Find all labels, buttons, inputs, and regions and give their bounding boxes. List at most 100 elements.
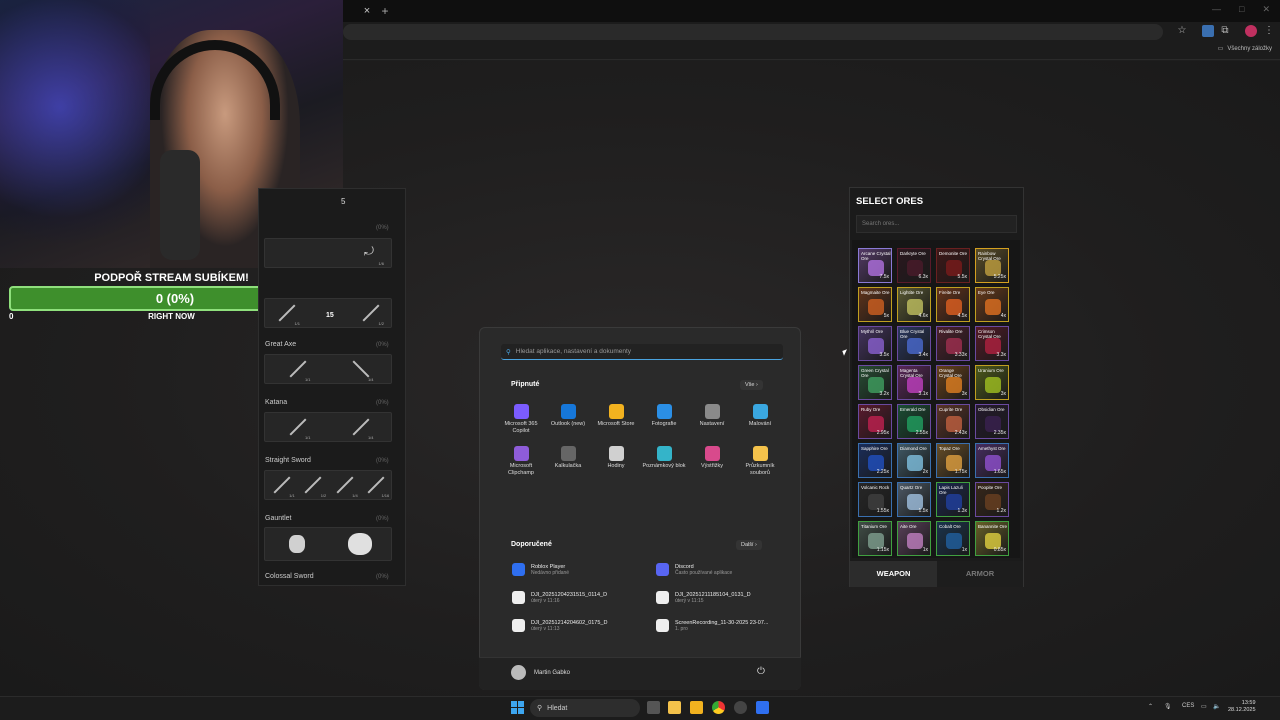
power-icon[interactable]: ⏻	[757, 666, 765, 677]
tab-armor[interactable]: ARMOR	[937, 561, 1023, 587]
volume-icon[interactable]: 🔈	[1213, 703, 1220, 710]
minimize-icon[interactable]: —	[1212, 4, 1221, 15]
start-search-input[interactable]: ⚲ Hledat aplikace, nastavení a dokumenty	[501, 344, 783, 360]
ore-card[interactable]: Cuprite Ore 2.43x	[936, 404, 970, 439]
recommended-item[interactable]: Roblox Player Nedávno přidané	[512, 563, 569, 576]
ore-card[interactable]: Banannite Ore 0.85x	[975, 521, 1009, 556]
pinned-app[interactable]: Microsoft Clipchamp	[497, 446, 545, 477]
pinned-app[interactable]: Microsoft 365 Copilot	[497, 404, 545, 435]
ore-card[interactable]: Eye Ore 4x	[975, 287, 1009, 322]
recommended-item[interactable]: DJI_20251214204602_0175_D úterý v 11:13	[512, 619, 607, 632]
weapon-slot[interactable]: 1/1	[283, 356, 311, 382]
ore-card[interactable]: Lapis Lazuli Ore 1.3x	[936, 482, 970, 517]
pinned-app[interactable]: Microsoft Store	[592, 404, 640, 428]
extension-icon[interactable]	[1202, 25, 1214, 37]
ore-card[interactable]: Emerald Ore 2.55x	[897, 404, 931, 439]
ore-card[interactable]: Arcane Crystal Ore 7.5x	[858, 248, 892, 283]
recommended-item[interactable]: DJI_20251204231515_0114_D úterý v 11:16	[512, 591, 607, 604]
ore-card[interactable]: Magmaite Ore 5x	[858, 287, 892, 322]
chrome-icon[interactable]	[712, 701, 725, 714]
weapon-slot[interactable]: 1/2	[298, 472, 326, 498]
all-apps-button[interactable]: Vše ›	[740, 380, 763, 390]
ore-card[interactable]: Demonite Ore 5.5x	[936, 248, 970, 283]
weapon-slot[interactable]: 1/4	[346, 414, 374, 440]
more-button[interactable]: Další ›	[736, 540, 762, 550]
pinned-app[interactable]: Výstřižky	[688, 446, 736, 470]
ore-card[interactable]: Fireite Ore 4.5x	[936, 287, 970, 322]
ore-card[interactable]: Mythril Ore 3.5x	[858, 326, 892, 361]
ore-card[interactable]: Obsidian Ore 2.35x	[975, 404, 1009, 439]
weapon-count: 1/1	[304, 435, 311, 440]
weapon-slot[interactable]: 1/2	[356, 300, 384, 326]
tab-weapon[interactable]: WEAPON	[850, 561, 937, 587]
gauntlet-slot[interactable]	[283, 531, 311, 557]
weapon-slot[interactable]: 1/16	[361, 472, 389, 498]
microphone-icon[interactable]: 🎙	[1164, 703, 1172, 710]
maximize-icon[interactable]: □	[1239, 4, 1244, 15]
weapon-slot[interactable]: 1/1	[283, 414, 311, 440]
pinned-app[interactable]: Outlook (new)	[544, 404, 592, 428]
tray-chevron-icon[interactable]: ⌃	[1148, 703, 1153, 710]
ore-card[interactable]: Crimson Crystal Ore 3.3x	[975, 326, 1009, 361]
user-avatar[interactable]	[511, 665, 526, 680]
taskbar-search[interactable]: ⚲ Hledat	[530, 699, 640, 717]
ore-card[interactable]: Diamond Ore 2x	[897, 443, 931, 478]
all-bookmarks-button[interactable]: ▭ Všechny záložky	[1218, 45, 1272, 53]
pinned-app[interactable]: Kalkulačka	[544, 446, 592, 470]
weapon-slot[interactable]: 1/1	[267, 472, 295, 498]
app-icon[interactable]	[734, 701, 747, 714]
weapon-slot[interactable]: 1/4	[330, 472, 358, 498]
ore-card[interactable]: Orange Crystal Ore 3x	[936, 365, 970, 400]
ore-card[interactable]: Uranium Ore 3x	[975, 365, 1009, 400]
roblox-icon[interactable]	[756, 701, 769, 714]
gauntlet-slot[interactable]	[346, 531, 374, 557]
file-explorer-icon[interactable]	[668, 701, 681, 714]
ore-card[interactable]: Rainbow Crystal Ore 5.25x	[975, 248, 1009, 283]
pinned-app[interactable]: Nastavení	[688, 404, 736, 428]
ore-card[interactable]: Cobalt Ore 1x	[936, 521, 970, 556]
ores-search-input[interactable]: Search ores...	[856, 215, 1017, 233]
microsoft-store-icon[interactable]	[690, 701, 703, 714]
tab-close-icon[interactable]: ×	[360, 4, 374, 18]
network-icon[interactable]: ▭	[1201, 703, 1207, 710]
pinned-app[interactable]: Hodiny	[592, 446, 640, 470]
ore-card[interactable]: Lightite Ore 4.6x	[897, 287, 931, 322]
task-view-icon[interactable]	[647, 701, 660, 714]
weapon-slot[interactable]: 15	[314, 300, 342, 326]
weapon-slot[interactable]: 1/1	[272, 300, 300, 326]
ore-card[interactable]: Darkryte Ore 6.3x	[897, 248, 931, 283]
ore-card[interactable]: Quartz Ore 1.5x	[897, 482, 931, 517]
weapon-slot[interactable]: 1/4	[346, 356, 374, 382]
extensions-puzzle-icon[interactable]: ⧉	[1219, 25, 1231, 37]
ore-card[interactable]: Poopite Ore 1.2x	[975, 482, 1009, 517]
browser-menu-icon[interactable]: ⋮	[1263, 25, 1275, 37]
profile-avatar-icon[interactable]	[1245, 25, 1257, 37]
recommended-item[interactable]: ScreenRecording_11-30-2025 23-07... 1. pr…	[656, 619, 768, 632]
ore-card[interactable]: Ruby Ore 2.95x	[858, 404, 892, 439]
address-bar[interactable]	[343, 24, 1163, 40]
ore-card[interactable]: Aite Ore 1x	[897, 521, 931, 556]
ore-card[interactable]: Sapphire Ore 2.25x	[858, 443, 892, 478]
recommended-item[interactable]: Discord Často používané aplikace	[656, 563, 732, 576]
close-window-icon[interactable]: ✕	[1262, 4, 1270, 15]
recommended-item[interactable]: DJI_20251211185104_0131_D úterý v 11:15	[656, 591, 751, 604]
ore-card[interactable]: Green Crystal Ore 3.2x	[858, 365, 892, 400]
ore-card[interactable]: Volcanic Rock 1.55x	[858, 482, 892, 517]
ore-card[interactable]: Topaz Ore 1.75x	[936, 443, 970, 478]
ore-card[interactable]: Blue Crystal Ore 3.4x	[897, 326, 931, 361]
weapon-slot[interactable]: ⤾ 1/6	[356, 240, 384, 266]
clock[interactable]: 13:59 28.12.2025	[1228, 700, 1256, 714]
ore-card[interactable]: Rivalite Ore 3.33x	[936, 326, 970, 361]
pinned-app[interactable]: Průzkumník souborů	[736, 446, 784, 477]
new-tab-button[interactable]: +	[378, 4, 392, 18]
bookmark-star-icon[interactable]: ☆	[1176, 25, 1188, 37]
language-indicator[interactable]: CES	[1182, 703, 1194, 709]
pinned-app[interactable]: Malování	[736, 404, 784, 428]
windows-start-icon[interactable]	[511, 701, 524, 714]
ore-card[interactable]: Magenta Crystal Ore 3.1x	[897, 365, 931, 400]
ore-card[interactable]: Amethyst Ore 1.65x	[975, 443, 1009, 478]
user-name[interactable]: Martin Gabko	[534, 670, 570, 676]
ore-card[interactable]: Titanium Ore 1.15x	[858, 521, 892, 556]
pinned-app[interactable]: Fotografie	[640, 404, 688, 428]
pinned-app[interactable]: Poznámkový blok	[640, 446, 688, 470]
